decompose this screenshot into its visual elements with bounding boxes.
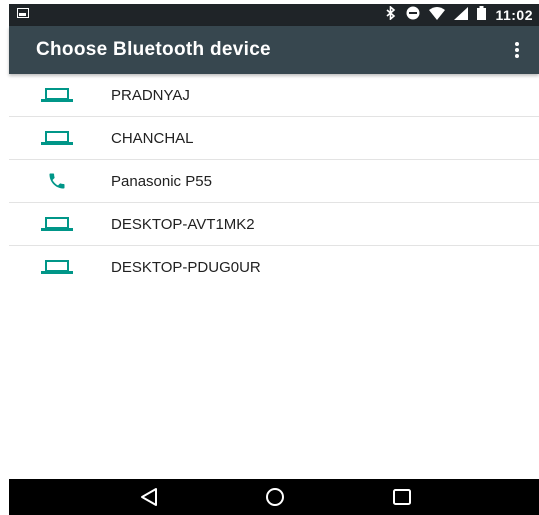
screenshot-page: 11:02 Choose Bluetooth device PRADNYAJ C…: [0, 0, 539, 515]
device-item-panasonic-p55[interactable]: Panasonic P55: [9, 160, 539, 203]
device-name: Panasonic P55: [111, 173, 212, 190]
navigation-bar: [9, 479, 539, 515]
app-bar: Choose Bluetooth device: [9, 26, 539, 74]
laptop-icon: [39, 83, 75, 107]
recents-button[interactable]: [387, 485, 417, 509]
device-name: DESKTOP-PDUG0UR: [111, 259, 261, 276]
do-not-disturb-icon: [406, 4, 420, 26]
device-name: CHANCHAL: [111, 130, 194, 147]
status-time: 11:02: [495, 7, 533, 23]
laptop-icon: [39, 212, 75, 236]
back-icon: [141, 488, 157, 506]
bluetooth-icon: [385, 4, 397, 26]
more-vert-icon: [515, 42, 519, 58]
status-icons: 11:02: [385, 4, 533, 26]
overflow-menu-button[interactable]: [505, 38, 529, 62]
home-button[interactable]: [260, 485, 290, 509]
device-item-desktop-avt1mk2[interactable]: DESKTOP-AVT1MK2: [9, 203, 539, 246]
device-name: PRADNYAJ: [111, 87, 190, 104]
laptop-icon: [39, 126, 75, 150]
laptop-icon: [39, 255, 75, 279]
page-title: Choose Bluetooth device: [36, 39, 271, 60]
back-button[interactable]: [134, 485, 164, 509]
wifi-icon: [429, 4, 446, 26]
phone-screen: 11:02 Choose Bluetooth device PRADNYAJ C…: [9, 4, 539, 515]
battery-icon: [477, 4, 487, 26]
image-icon: [17, 8, 29, 18]
home-icon: [266, 488, 284, 506]
device-name: DESKTOP-AVT1MK2: [111, 216, 255, 233]
phone-icon: [39, 169, 75, 193]
signal-icon: [454, 4, 469, 26]
device-list: PRADNYAJ CHANCHAL Panasonic P55 DESKTOP-…: [9, 74, 539, 289]
device-item-pradnyaj[interactable]: PRADNYAJ: [9, 74, 539, 117]
recents-icon: [393, 489, 411, 505]
status-bar: 11:02: [9, 4, 539, 26]
device-item-desktop-pdug0ur[interactable]: DESKTOP-PDUG0UR: [9, 246, 539, 289]
device-item-chanchal[interactable]: CHANCHAL: [9, 117, 539, 160]
